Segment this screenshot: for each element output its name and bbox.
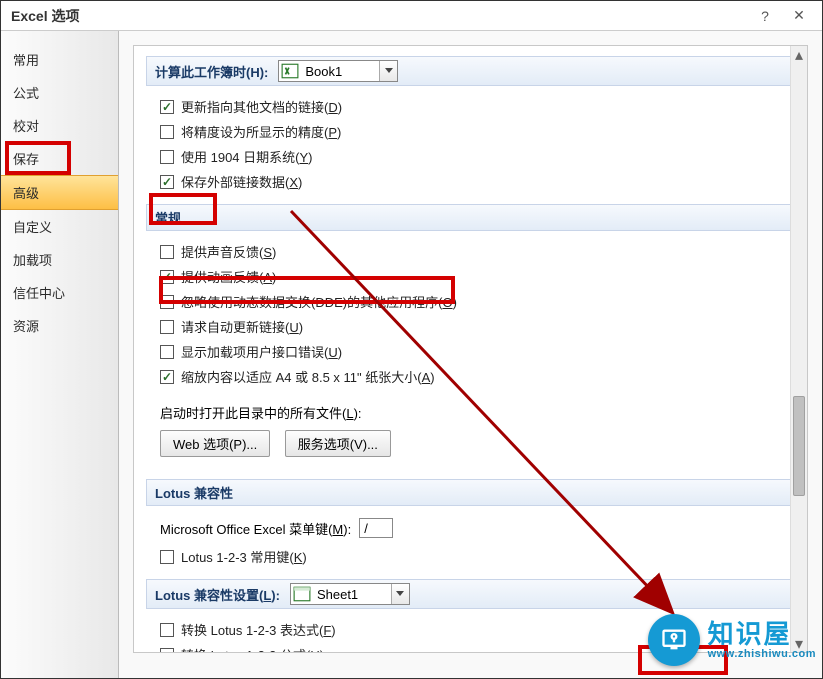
checkbox[interactable] (160, 150, 174, 164)
checkbox[interactable] (160, 623, 174, 637)
checkbox[interactable] (160, 648, 174, 654)
menu-key-input[interactable] (359, 518, 393, 538)
sidebar-item-校对[interactable]: 校对 (1, 109, 118, 142)
checkbox[interactable] (160, 550, 174, 564)
sidebar: 常用公式校对保存高级自定义加载项信任中心资源 (1, 31, 119, 678)
checkbox-row[interactable]: 更新指向其他文档的链接(D) (160, 94, 795, 119)
chevron-down-icon (379, 61, 397, 81)
sidebar-item-保存[interactable]: 保存 (1, 142, 118, 175)
titlebar: Excel 选项 ? ✕ (1, 1, 822, 31)
help-button[interactable]: ? (748, 5, 782, 27)
workbook-dropdown[interactable]: Book1 (278, 60, 398, 82)
checkbox[interactable] (160, 245, 174, 259)
checkbox-row[interactable]: 请求自动更新链接(U) (160, 314, 795, 339)
watermark: 知识屋 www.zhishiwu.com (648, 614, 816, 666)
sidebar-item-信任中心[interactable]: 信任中心 (1, 276, 118, 309)
checkbox[interactable] (160, 175, 174, 189)
startup-folder-row: 启动时打开此目录中的所有文件(L): (160, 399, 795, 428)
window-title: Excel 选项 (11, 6, 748, 26)
checkbox-row[interactable]: 将精度设为所显示的精度(P) (160, 119, 795, 144)
checkbox[interactable] (160, 125, 174, 139)
checkbox-row[interactable]: Lotus 1-2-3 常用键(K) (160, 544, 795, 569)
scroll-thumb[interactable] (793, 396, 805, 496)
checkbox-row[interactable]: 提供动画反馈(A) (160, 264, 795, 289)
checkbox-row[interactable]: 显示加载项用户接口错误(U) (160, 339, 795, 364)
watermark-icon (648, 614, 700, 666)
checkbox[interactable] (160, 345, 174, 359)
scrollbar[interactable]: ▴ ▾ (790, 46, 807, 652)
checkbox[interactable] (160, 320, 174, 334)
sidebar-item-常用[interactable]: 常用 (1, 43, 118, 76)
chevron-down-icon (391, 584, 409, 604)
section-calc-header: 计算此工作簿时(H): Book1 (146, 56, 795, 86)
checkbox-row[interactable]: 缩放内容以适应 A4 或 8.5 x 11" 纸张大小(A) (160, 364, 795, 389)
service-options-button[interactable]: 服务选项(V)... (285, 430, 391, 457)
section-general-header: 常规 (146, 204, 795, 231)
sidebar-item-公式[interactable]: 公式 (1, 76, 118, 109)
excel-sheet-icon (293, 585, 311, 603)
checkbox[interactable] (160, 295, 174, 309)
menu-key-row: Microsoft Office Excel 菜单键(M): (160, 514, 795, 544)
checkbox-row[interactable]: 保存外部链接数据(X) (160, 169, 795, 194)
section-lotus-header: Lotus 兼容性 (146, 479, 795, 506)
close-button[interactable]: ✕ (782, 5, 816, 27)
section-lotus-settings-header: Lotus 兼容性设置(L): Sheet1 (146, 579, 795, 609)
checkbox-row[interactable]: 忽略使用动态数据交换(DDE)的其他应用程序(O) (160, 289, 795, 314)
scroll-up-icon[interactable]: ▴ (791, 46, 807, 63)
checkbox[interactable] (160, 270, 174, 284)
sidebar-item-加载项[interactable]: 加载项 (1, 243, 118, 276)
sidebar-item-高级[interactable]: 高级 (1, 175, 118, 210)
checkbox[interactable] (160, 370, 174, 384)
sidebar-item-自定义[interactable]: 自定义 (1, 210, 118, 243)
sheet-dropdown[interactable]: Sheet1 (290, 583, 410, 605)
checkbox[interactable] (160, 100, 174, 114)
content-pane: 计算此工作簿时(H): Book1 更新指向其他文档的链接(D)将精度设为所显示… (133, 45, 808, 653)
sidebar-item-资源[interactable]: 资源 (1, 309, 118, 342)
checkbox-row[interactable]: 提供声音反馈(S) (160, 239, 795, 264)
excel-book-icon (281, 62, 299, 80)
checkbox-row[interactable]: 使用 1904 日期系统(Y) (160, 144, 795, 169)
web-options-button[interactable]: Web 选项(P)... (160, 430, 270, 457)
